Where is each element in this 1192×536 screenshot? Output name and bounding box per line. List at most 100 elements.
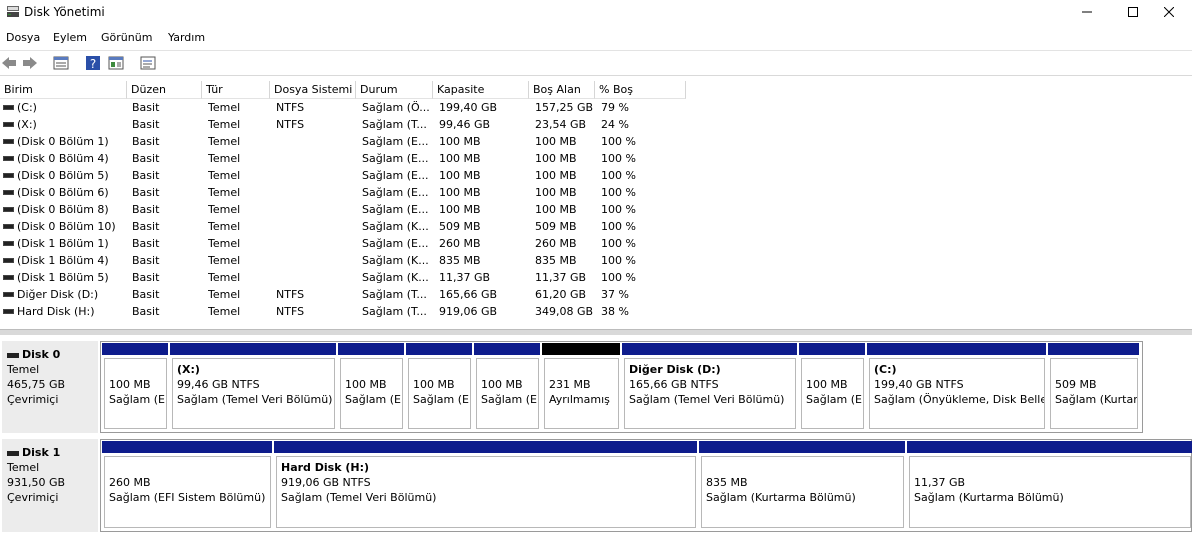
partition-size: 260 MB	[109, 476, 151, 489]
menu-yardim[interactable]: Yardım	[168, 31, 205, 44]
column-bos-alan[interactable]: Boş Alan	[529, 81, 595, 99]
table-cell: 23,54 GB	[535, 118, 587, 131]
partition-bar	[542, 343, 620, 355]
table-cell: (Disk 1 Bölüm 4)	[17, 254, 109, 267]
partition-status: Sağlam (Önyükleme, Disk Belle	[874, 393, 1045, 406]
table-row[interactable]: (Disk 0 Bölüm 10) Basit Temel Sağlam (K... 5…	[0, 218, 700, 235]
partition-status: Sağlam (E	[345, 393, 401, 406]
disk-management-app-icon	[7, 6, 19, 17]
table-cell: Basit	[132, 305, 160, 318]
table-row[interactable]: (Disk 1 Bölüm 5) Basit Temel Sağlam (K... 11…	[0, 269, 700, 286]
partition-block[interactable]: 835 MB Sağlam (Kurtarma Bölümü)	[698, 440, 906, 531]
table-cell: (Disk 0 Bölüm 10)	[17, 220, 116, 233]
table-row[interactable]: (Disk 0 Bölüm 6) Basit Temel Sağlam (E... 10…	[0, 184, 700, 201]
properties-icon[interactable]	[108, 55, 124, 71]
table-row[interactable]: (Disk 0 Bölüm 5) Basit Temel Sağlam (E... 10…	[0, 167, 700, 184]
partition-size: 11,37 GB	[914, 476, 966, 489]
table-cell: 100 MB	[535, 169, 577, 182]
table-cell: Sağlam (E...	[362, 135, 429, 148]
partition-block[interactable]: (C:) 199,40 GB NTFS Sağlam (Önyükleme, Dis…	[866, 342, 1047, 432]
partition-block[interactable]: 100 MB Sağlam (E	[101, 342, 169, 432]
partition-block[interactable]: (X:) 99,46 GB NTFS Sağlam (Temel Veri Bölü…	[169, 342, 337, 432]
partition-name	[806, 362, 859, 377]
column-tur[interactable]: Tür	[202, 81, 270, 99]
column-duzen[interactable]: Düzen	[127, 81, 202, 99]
help-icon[interactable]: ?	[85, 55, 101, 71]
partition-size: 165,66 GB NTFS	[629, 378, 719, 391]
partition-block[interactable]: Diğer Disk (D:) 165,66 GB NTFS Sağlam (Tem…	[621, 342, 798, 432]
partition-block[interactable]: 100 MB Sağlam (E	[473, 342, 541, 432]
table-row[interactable]: Hard Disk (H:) Basit Temel NTFS Sağlam (T...…	[0, 303, 700, 320]
partition-block[interactable]: 100 MB Sağlam (E	[798, 342, 866, 432]
settings-icon[interactable]	[140, 55, 156, 71]
column-yuzde-bos[interactable]: % Boş	[595, 81, 686, 99]
partition-name: (X:)	[177, 363, 200, 376]
table-cell: (X:)	[17, 118, 37, 131]
partition-block[interactable]: 509 MB Sağlam (Kurtar	[1047, 342, 1140, 432]
partition-status: Sağlam (E	[413, 393, 469, 406]
table-cell: 165,66 GB	[439, 288, 498, 301]
table-cell: Temel	[208, 288, 241, 301]
table-cell: Basit	[132, 220, 160, 233]
partition-name: (C:)	[874, 363, 897, 376]
partition-body: 100 MB Sağlam (E	[801, 358, 864, 429]
table-cell: 100 %	[601, 203, 636, 216]
table-cell: Basit	[132, 152, 160, 165]
table-row[interactable]: (Disk 0 Bölüm 8) Basit Temel Sağlam (E... 10…	[0, 201, 700, 218]
menu-eylem[interactable]: Eylem	[53, 31, 87, 44]
table-cell: 100 MB	[535, 186, 577, 199]
table-row[interactable]: (X:) Basit Temel NTFS Sağlam (T... 99,46 GB 23…	[0, 116, 700, 133]
partition-block[interactable]: 100 MB Sağlam (E	[405, 342, 473, 432]
table-cell: Temel	[208, 237, 241, 250]
minimize-button[interactable]	[1064, 0, 1110, 24]
table-cell	[276, 167, 356, 184]
partition-status: Sağlam (EFI Sistem Bölümü)	[109, 491, 266, 504]
partition-block[interactable]: Hard Disk (H:) 919,06 GB NTFS Sağlam (Teme…	[273, 440, 698, 531]
partition-name	[109, 362, 162, 377]
table-cell: Basit	[132, 101, 160, 114]
table-row[interactable]: (C:) Basit Temel NTFS Sağlam (Ö... 199,40 GB 1…	[0, 99, 700, 116]
table-row[interactable]: Diğer Disk (D:) Basit Temel NTFS Sağlam (T..…	[0, 286, 700, 303]
partition-size: 835 MB	[706, 476, 748, 489]
column-durum[interactable]: Durum	[356, 81, 433, 99]
forward-arrow-icon[interactable]	[22, 55, 38, 71]
table-cell: Diğer Disk (D:)	[17, 288, 99, 301]
table-header: Birim Düzen Tür Dosya Sistemi Durum Kapa…	[0, 81, 1192, 99]
partition-block[interactable]: 11,37 GB Sağlam (Kurtarma Bölümü)	[906, 440, 1192, 531]
partition-status: Sağlam (Temel Veri Bölümü)	[281, 491, 437, 504]
column-dosya-sistemi[interactable]: Dosya Sistemi	[270, 81, 356, 99]
close-icon	[1164, 7, 1174, 17]
table-row[interactable]: (Disk 0 Bölüm 4) Basit Temel Sağlam (E... 10…	[0, 150, 700, 167]
partition-body: 100 MB Sağlam (E	[104, 358, 167, 429]
partition-bar	[338, 343, 404, 355]
partition-block[interactable]: 260 MB Sağlam (EFI Sistem Bölümü)	[101, 440, 273, 531]
svg-text:?: ?	[90, 57, 96, 71]
partition-body: (C:) 199,40 GB NTFS Sağlam (Önyükleme, Dis…	[869, 358, 1045, 429]
column-kapasite[interactable]: Kapasite	[433, 81, 529, 99]
partition-body: 100 MB Sağlam (E	[408, 358, 471, 429]
table-cell: (Disk 0 Bölüm 6)	[17, 186, 109, 199]
menu-dosya[interactable]: Dosya	[6, 31, 40, 44]
table-row[interactable]: (Disk 1 Bölüm 4) Basit Temel Sağlam (K... 83…	[0, 252, 700, 269]
close-button[interactable]	[1146, 0, 1192, 24]
volume-icon	[3, 292, 14, 297]
disk-label-0[interactable]: Disk 0 Temel 465,75 GB Çevrimiçi	[2, 341, 98, 433]
table-cell: Sağlam (E...	[362, 237, 429, 250]
table-cell: Temel	[208, 118, 241, 131]
partition-block[interactable]: 100 MB Sağlam (E	[337, 342, 405, 432]
table-cell: 100 %	[601, 169, 636, 182]
column-birim[interactable]: Birim	[0, 81, 127, 99]
menu-gorunum[interactable]: Görünüm	[101, 31, 152, 44]
disk-label-1[interactable]: Disk 1 Temel 931,50 GB Çevrimiçi	[2, 439, 98, 532]
table-cell: 37 %	[601, 288, 629, 301]
partition-status: Sağlam (Kurtarma Bölümü)	[706, 491, 856, 504]
volume-icon	[3, 105, 14, 110]
table-cell: NTFS	[276, 118, 305, 131]
volume-icon	[3, 241, 14, 246]
partition-block[interactable]: 231 MB Ayrılmamış	[541, 342, 621, 432]
disk-list-icon[interactable]	[53, 55, 69, 71]
table-row[interactable]: (Disk 1 Bölüm 1) Basit Temel Sağlam (E... 26…	[0, 235, 700, 252]
table-row[interactable]: (Disk 0 Bölüm 1) Basit Temel Sağlam (E... 10…	[0, 133, 700, 150]
disk-icon	[7, 450, 19, 456]
back-arrow-icon[interactable]	[1, 55, 17, 71]
